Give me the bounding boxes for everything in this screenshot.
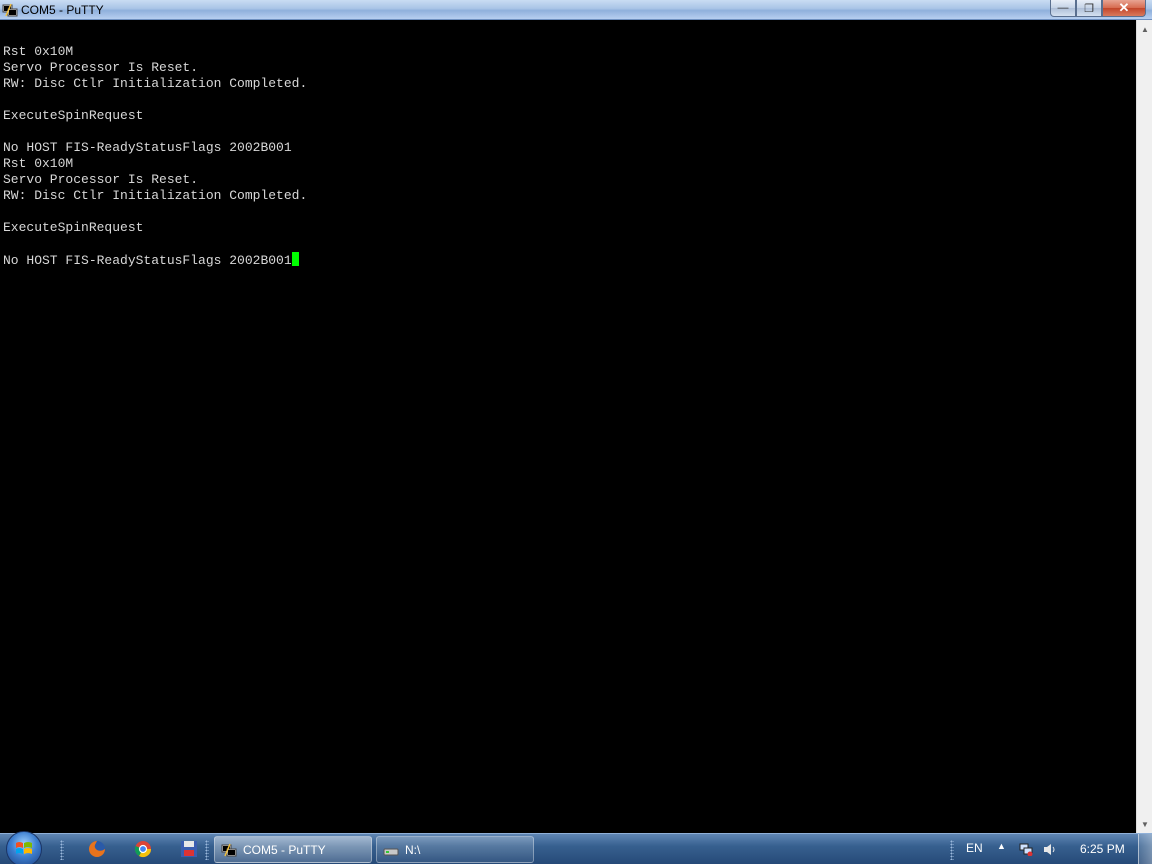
close-icon: ✕: [1118, 0, 1130, 15]
floppy-icon[interactable]: [180, 840, 198, 858]
language-indicator[interactable]: EN: [966, 841, 983, 855]
taskbar-item-putty[interactable]: COM5 - PuTTY: [214, 836, 372, 863]
taskbar-item-label: COM5 - PuTTY: [243, 842, 326, 857]
terminal-line-text: No HOST FIS-ReadyStatusFlags 2002B001: [3, 253, 292, 268]
network-icon[interactable]: [1019, 843, 1033, 856]
terminal-line: RW: Disc Ctlr Initialization Completed.: [3, 76, 308, 91]
terminal-line: Servo Processor Is Reset.: [3, 172, 199, 187]
putty-icon: [221, 843, 237, 856]
close-button[interactable]: ✕: [1102, 0, 1146, 17]
toolbar-grip[interactable]: [205, 840, 209, 860]
terminal-output[interactable]: Rst 0x10M Servo Processor Is Reset. RW: …: [0, 20, 1136, 833]
minimize-button[interactable]: —: [1050, 0, 1076, 17]
window-controls: — ❐ ✕: [1050, 0, 1146, 18]
taskbar-item-drive[interactable]: N:\: [376, 836, 534, 863]
toolbar-grip[interactable]: [60, 840, 64, 860]
terminal-line: Rst 0x10M: [3, 44, 74, 59]
minimize-icon: —: [1057, 2, 1069, 14]
terminal-line: ExecuteSpinRequest: [3, 220, 144, 235]
window-title: COM5 - PuTTY: [21, 3, 104, 17]
chrome-icon[interactable]: [134, 840, 152, 858]
drive-icon: [383, 848, 399, 855]
firefox-icon[interactable]: [88, 840, 106, 858]
system-clock[interactable]: 6:25 PM: [1080, 842, 1125, 856]
toolbar-grip[interactable]: [950, 840, 954, 860]
scroll-down-arrow-icon[interactable]: ▼: [1137, 817, 1152, 831]
window-titlebar[interactable]: COM5 - PuTTY — ❐ ✕: [0, 0, 1152, 20]
terminal-line: No HOST FIS-ReadyStatusFlags 2002B001: [3, 140, 292, 155]
terminal-line: Rst 0x10M: [3, 156, 74, 171]
putty-icon: [2, 3, 18, 17]
scroll-up-arrow-icon[interactable]: ▲: [1137, 22, 1152, 36]
terminal-line: RW: Disc Ctlr Initialization Completed.: [3, 188, 308, 203]
vertical-scrollbar[interactable]: ▲ ▼: [1136, 20, 1152, 833]
terminal-line: ExecuteSpinRequest: [3, 108, 144, 123]
start-button[interactable]: [6, 831, 42, 864]
show-hidden-icons-icon[interactable]: ▲: [997, 841, 1006, 851]
windows-logo-icon: [16, 842, 32, 854]
volume-icon[interactable]: [1043, 843, 1057, 856]
taskbar-item-label: N:\: [405, 842, 421, 857]
taskbar: COM5 - PuTTY N:\ EN ▲ 6:25 PM: [0, 831, 1152, 864]
terminal-line: Servo Processor Is Reset.: [3, 60, 199, 75]
terminal-line-current: No HOST FIS-ReadyStatusFlags 2002B001: [3, 252, 299, 268]
terminal-cursor: [291, 252, 299, 266]
maximize-button[interactable]: ❐: [1076, 0, 1102, 17]
show-desktop-button[interactable]: [1138, 834, 1152, 864]
restore-icon: ❐: [1084, 2, 1094, 15]
